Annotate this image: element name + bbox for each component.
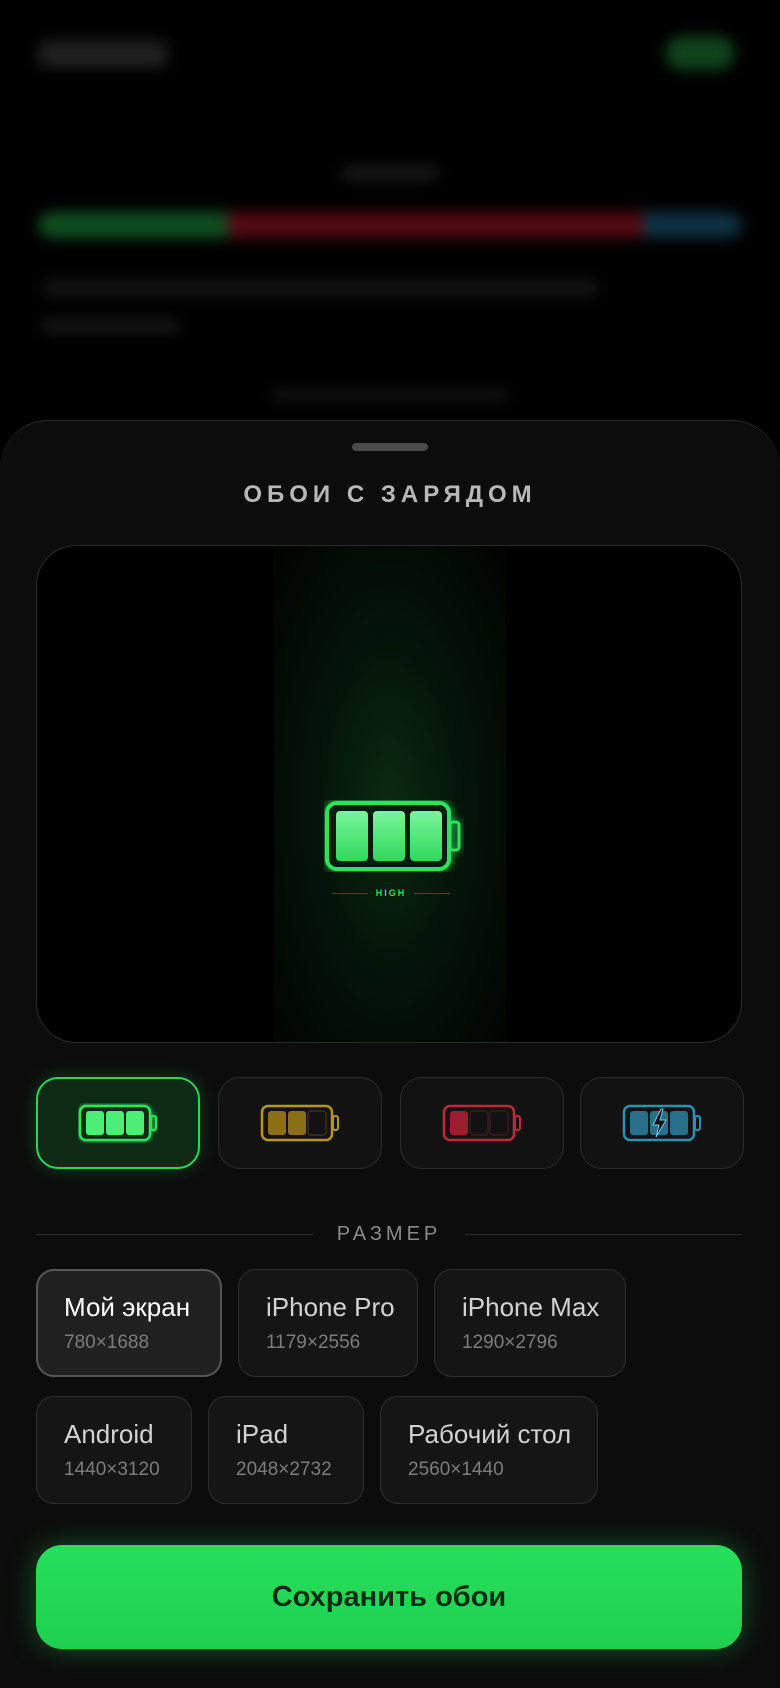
size-option-desktop[interactable]: Рабочий стол 2560×1440 <box>380 1396 598 1504</box>
battery-medium-icon <box>260 1104 339 1142</box>
size-option-iphone-max[interactable]: iPhone Max 1290×2796 <box>434 1269 626 1377</box>
size-option-my-screen[interactable]: Мой экран 780×1688 <box>36 1269 222 1377</box>
size-option-dimensions: 2560×1440 <box>408 1459 504 1480</box>
background-text-line <box>40 280 600 296</box>
background-text-line <box>270 388 510 402</box>
style-option-high[interactable] <box>36 1077 200 1169</box>
divider <box>465 1233 743 1235</box>
size-option-name: Рабочий стол <box>408 1419 572 1449</box>
sheet-drag-handle[interactable] <box>352 443 428 451</box>
battery-style-picker <box>36 1077 744 1171</box>
background-title <box>38 40 168 68</box>
size-section-label: РАЗМЕР <box>336 1222 442 1245</box>
phone-wallpaper-preview: HIGH <box>274 546 506 1042</box>
background-pill <box>665 36 735 70</box>
style-option-medium[interactable] <box>218 1077 382 1169</box>
size-option-iphone-pro[interactable]: iPhone Pro 1179×2556 <box>238 1269 418 1377</box>
size-option-name: iPhone Pro <box>266 1292 395 1322</box>
size-option-dimensions: 1440×3120 <box>64 1459 160 1480</box>
style-option-charging[interactable] <box>580 1077 744 1169</box>
battery-level-label: HIGH <box>375 888 407 898</box>
divider <box>36 1233 313 1235</box>
size-option-name: Мой экран <box>64 1292 191 1322</box>
background-text-line <box>40 318 180 334</box>
battery-charging-icon <box>622 1104 701 1142</box>
size-option-name: iPhone Max <box>462 1292 600 1322</box>
size-option-name: iPad <box>236 1419 289 1449</box>
wallpaper-bottom-sheet: ОБОИ С ЗАРЯДОМ HIGH РАЗМЕР Мой экран 780… <box>0 420 780 1688</box>
sheet-title: ОБОИ С ЗАРЯДОМ <box>243 481 537 508</box>
battery-level-indicator: HIGH <box>332 888 450 898</box>
background-caption <box>340 165 440 181</box>
size-option-dimensions: 2048×2732 <box>236 1459 332 1480</box>
size-option-dimensions: 1290×2796 <box>462 1332 558 1353</box>
size-option-ipad[interactable]: iPad 2048×2732 <box>208 1396 364 1504</box>
size-option-name: Android <box>64 1419 154 1449</box>
size-section-header: РАЗМЕР <box>36 1219 743 1249</box>
size-option-dimensions: 780×1688 <box>64 1332 150 1353</box>
divider <box>332 892 368 894</box>
background-progress-bar <box>38 212 742 238</box>
battery-full-icon <box>325 801 461 871</box>
background-app-blurred <box>0 0 780 430</box>
size-option-dimensions: 1179×2556 <box>266 1332 361 1353</box>
battery-full-icon <box>78 1104 157 1142</box>
battery-low-icon <box>442 1104 521 1142</box>
size-option-android[interactable]: Android 1440×3120 <box>36 1396 192 1504</box>
save-wallpaper-button[interactable]: Сохранить обои <box>36 1545 742 1649</box>
divider <box>414 892 450 894</box>
style-option-low[interactable] <box>400 1077 564 1169</box>
wallpaper-preview: HIGH <box>36 545 742 1043</box>
